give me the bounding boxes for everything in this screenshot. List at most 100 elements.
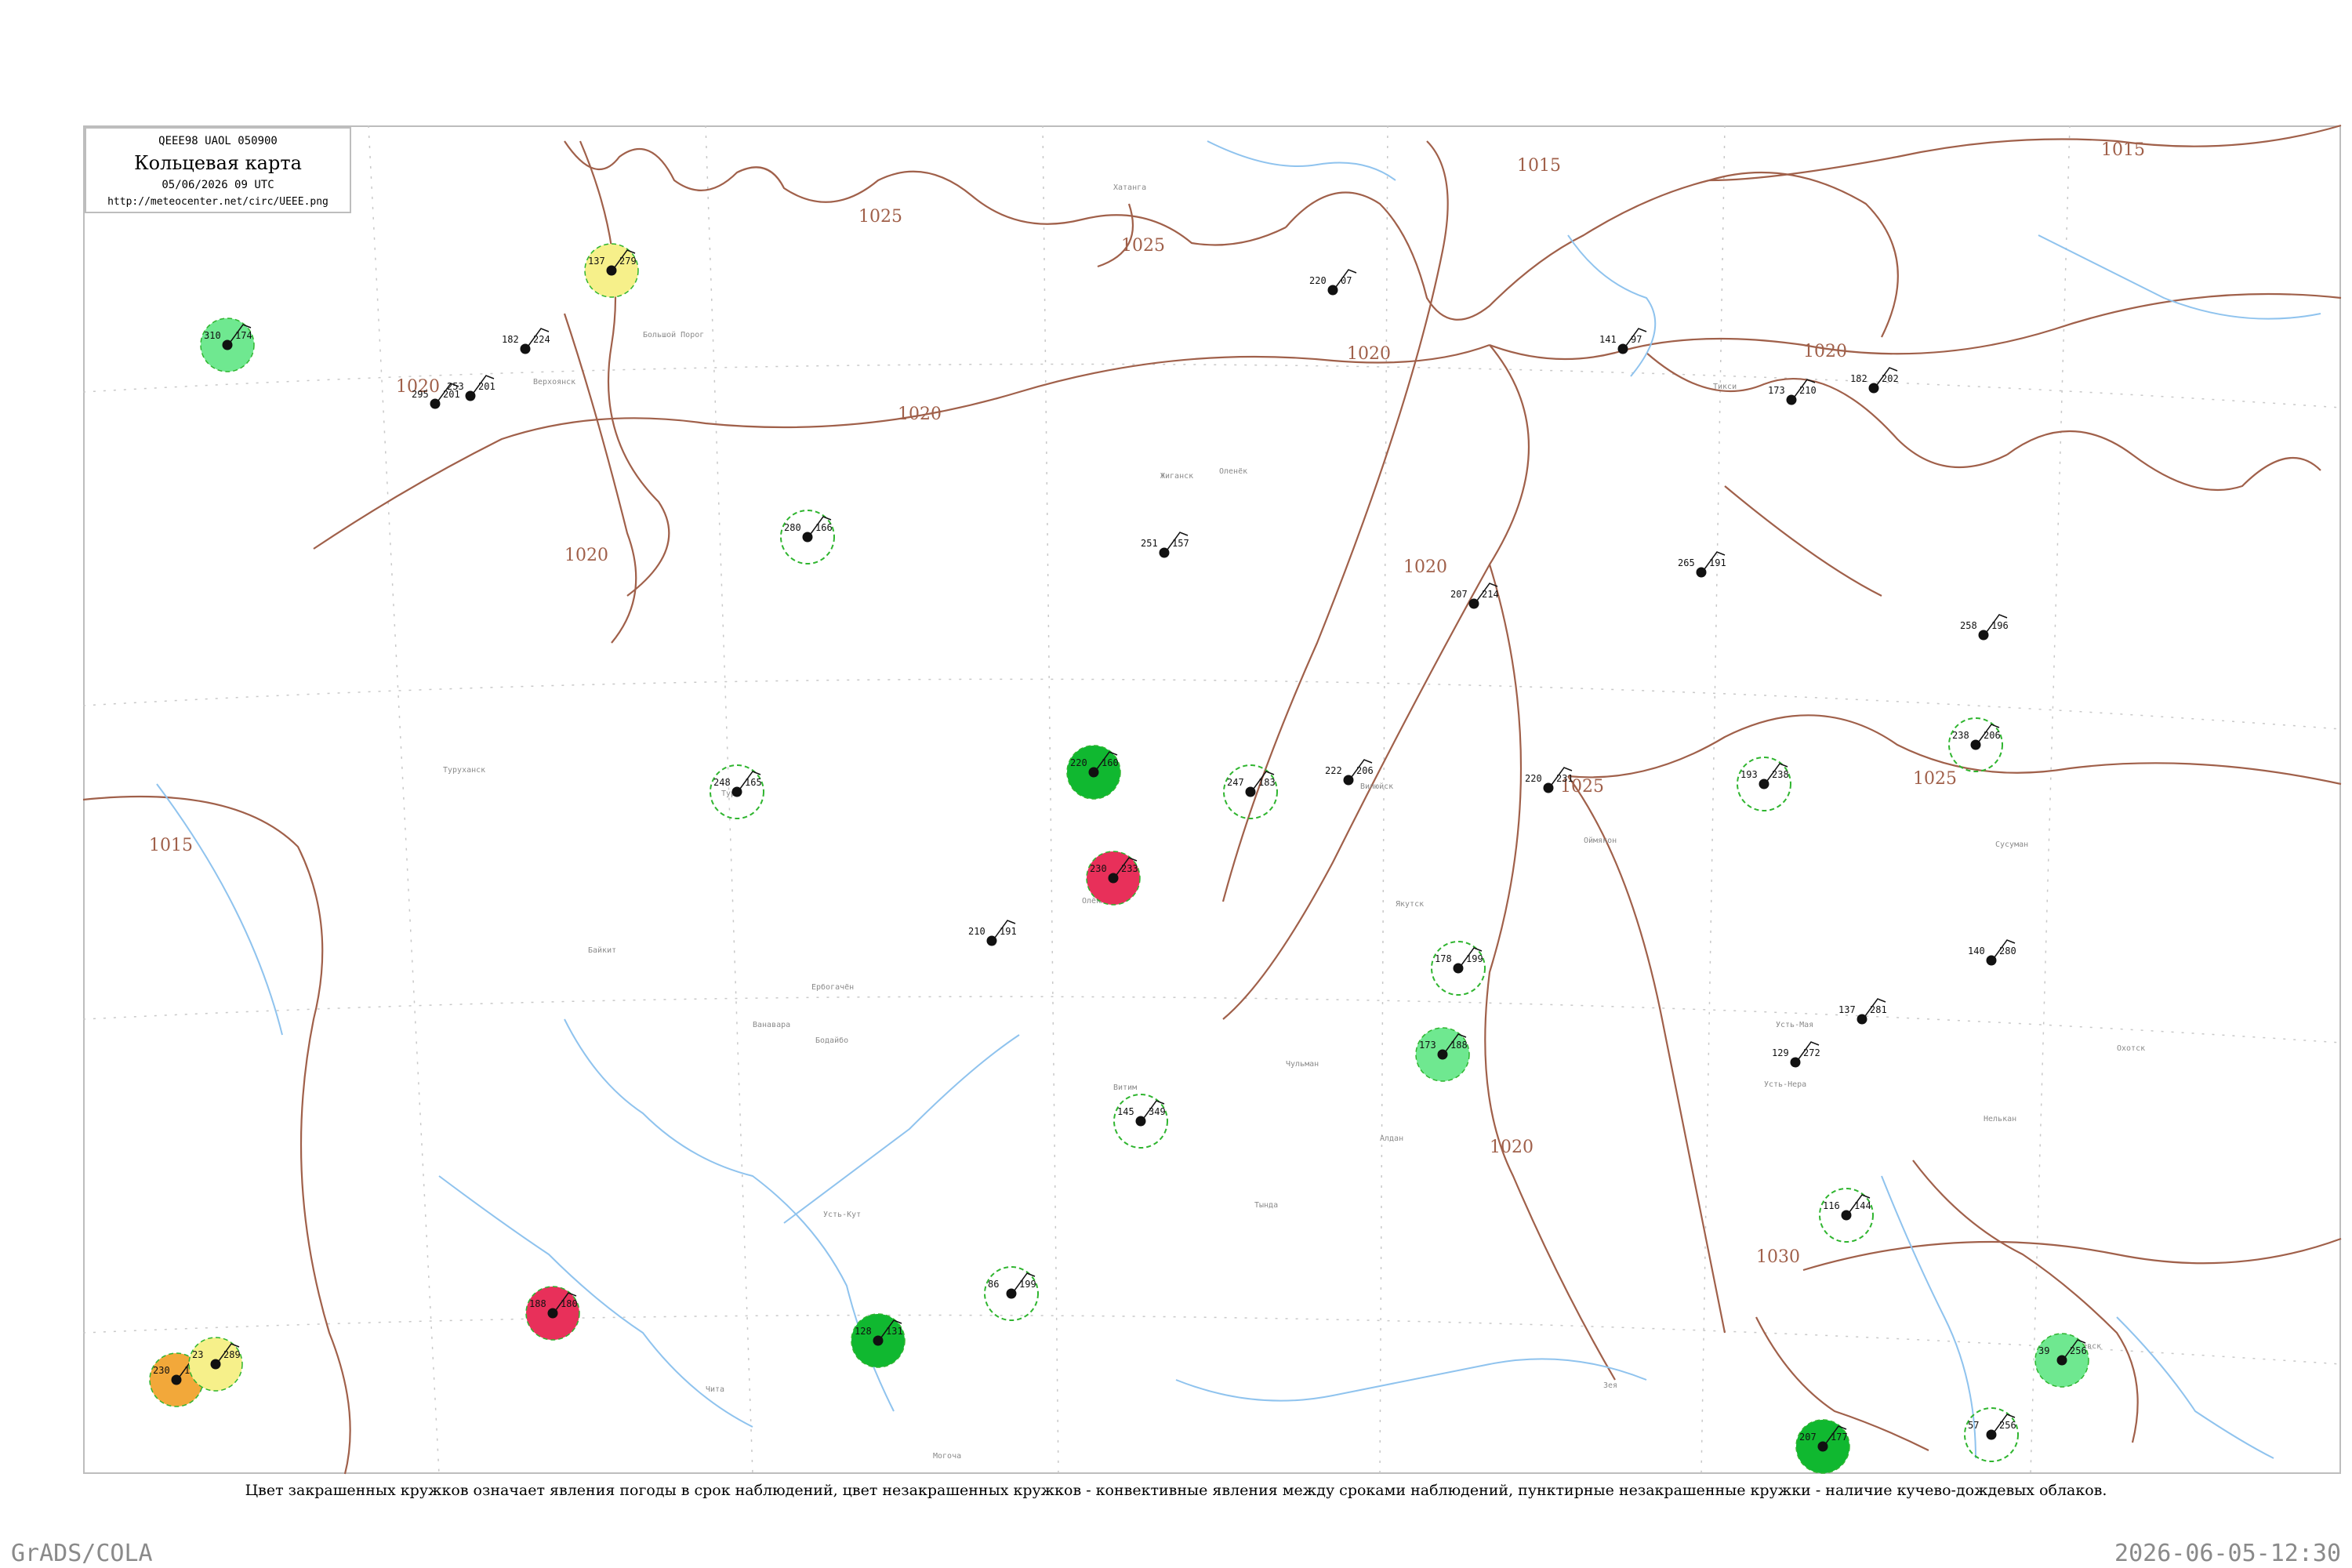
station-temperature: 230: [1090, 863, 1107, 874]
station-pressure: 183: [1258, 777, 1276, 788]
station-name: Могоча: [933, 1452, 961, 1461]
station-name: Верхоянск: [533, 378, 575, 387]
station-temperature: 280: [784, 522, 801, 533]
station-observation: 137 281: [1838, 998, 1887, 1025]
station-pressure: 188: [1450, 1040, 1468, 1051]
station-observation: 128 131: [851, 1313, 906, 1368]
rivers: [156, 140, 2321, 1459]
station-observation: 145 349: [1113, 1094, 1168, 1149]
station-name: Чульман: [1286, 1060, 1319, 1069]
station-observation: 265 191: [1678, 551, 1726, 578]
isobar-label: 1025: [1121, 236, 1165, 256]
station-name: Оленёк: [1219, 467, 1247, 476]
station-temperature: 207: [1450, 589, 1468, 600]
station-name: Усть-Мая: [1776, 1021, 1813, 1029]
station-pressure: 177: [1831, 1432, 1848, 1443]
station-name: Хатанга: [1113, 183, 1146, 192]
station-observation: 137 279: [584, 243, 639, 298]
station-observation: 238 206: [1948, 717, 2003, 772]
isobar-label: 1020: [1403, 557, 1447, 577]
station-pressure: 201: [478, 381, 495, 392]
station-pressure: 231: [1556, 773, 1573, 784]
station-pressure: 191: [1709, 557, 1726, 568]
station-name: Большой Порог: [643, 330, 704, 339]
station-observation: 182 202: [1850, 367, 1899, 394]
station-pressure: 224: [533, 334, 550, 345]
isobar-label: 1025: [1913, 769, 1957, 789]
station-temperature: 137: [1838, 1004, 1856, 1015]
station-temperature: 251: [1141, 538, 1158, 549]
station-observation: 222 206: [1325, 759, 1374, 786]
station-temperature: 210: [968, 926, 985, 937]
station-observation: 220 07: [1309, 269, 1357, 296]
station-temperature: 220: [1309, 275, 1327, 286]
station-name: Тында: [1254, 1201, 1278, 1210]
station-pressure: 280: [1999, 946, 2016, 956]
isobar-label: 1020: [898, 405, 942, 424]
station-temperature: 182: [1850, 373, 1867, 384]
observation-stations: 137 279 182 224 220 07 141 97 173 210 182 202 295 201…: [149, 243, 2089, 1474]
footer-software: GrADS/COLA: [11, 1540, 153, 1567]
map-datetime: 05/06/2026 09 UTC: [162, 179, 274, 191]
station-observation: 39 256: [2034, 1333, 2089, 1388]
station-pressure: 174: [235, 330, 252, 341]
station-name: Усть-Кут: [823, 1210, 861, 1219]
station-pressure: 165: [745, 777, 762, 788]
isobar-label: 1020: [1347, 344, 1391, 364]
station-pressure: 256: [2070, 1345, 2087, 1356]
station-name: Туруханск: [443, 766, 485, 775]
station-name: Ербогачён: [811, 982, 854, 992]
station-temperature: 207: [1799, 1432, 1817, 1443]
station-pressure: 199: [1466, 953, 1483, 964]
station-name: Чита: [706, 1385, 724, 1394]
station-temperature: 173: [1768, 385, 1785, 396]
map-title-box: QEEE98 UAOL 050900 Кольцевая карта 05/06…: [85, 127, 351, 213]
station-observation: 116 144: [1819, 1188, 1874, 1243]
map-title: Кольцевая карта: [134, 152, 302, 174]
station-pressure: 191: [1000, 926, 1017, 937]
station-name: Охотск: [2117, 1044, 2145, 1053]
isobar-label: 1020: [1490, 1138, 1534, 1157]
station-temperature: 128: [855, 1326, 872, 1337]
isobar-label: 1025: [858, 207, 902, 227]
station-pressure: 272: [1803, 1047, 1820, 1058]
station-observation: 220 160: [1066, 745, 1121, 800]
station-name: Бодайбо: [815, 1036, 848, 1045]
station-temperature: 116: [1823, 1200, 1840, 1211]
isobars: [82, 124, 2342, 1475]
station-temperature: 140: [1968, 946, 1985, 956]
weather-map[interactable]: 1025 1025 1015 1015 1020 1020 1020 1020 …: [0, 0, 2352, 1568]
isobar-labels: 1025 1025 1015 1015 1020 1020 1020 1020 …: [149, 140, 2145, 1267]
station-observation: 310 174: [200, 318, 255, 372]
station-name: Зея: [1603, 1381, 1617, 1390]
station-observation: 248 165: [710, 764, 764, 819]
station-pressure: 279: [619, 256, 637, 267]
isobar-label: 1030: [1756, 1247, 1800, 1267]
station-pressure: 180: [561, 1298, 578, 1309]
station-pressure: 157: [1172, 538, 1189, 549]
map-url[interactable]: http://meteocenter.net/circ/UEEE.png: [86, 196, 350, 208]
station-pressure: 07: [1341, 275, 1352, 286]
station-name: Байкит: [588, 946, 616, 955]
station-name: Вилюйск: [1360, 782, 1393, 791]
station-temperature: 23: [192, 1349, 203, 1360]
station-temperature: 182: [502, 334, 519, 345]
station-temperature: 178: [1435, 953, 1452, 964]
station-pressure: 256: [1999, 1420, 2016, 1431]
station-observation: 230 233: [1086, 851, 1141, 906]
station-temperature: 129: [1772, 1047, 1789, 1058]
station-name: Якутск: [1396, 900, 1424, 909]
station-name: Сусуман: [1995, 840, 2028, 849]
station-observation: 86 199: [984, 1266, 1039, 1321]
station-temperature: 238: [1952, 730, 1969, 741]
station-observation: 207 177: [1795, 1419, 1850, 1474]
station-name: Ванавара: [753, 1021, 790, 1029]
station-pressure: 199: [1019, 1279, 1036, 1290]
station-observation: 251 157: [1141, 532, 1189, 558]
station-pressure: 144: [1854, 1200, 1871, 1211]
station-pressure: 214: [1482, 589, 1499, 600]
station-name: Усть-Нера: [1764, 1080, 1806, 1089]
station-temperature: 193: [1740, 769, 1758, 780]
station-name: Жиганск: [1160, 472, 1193, 481]
station-temperature: 222: [1325, 765, 1342, 776]
